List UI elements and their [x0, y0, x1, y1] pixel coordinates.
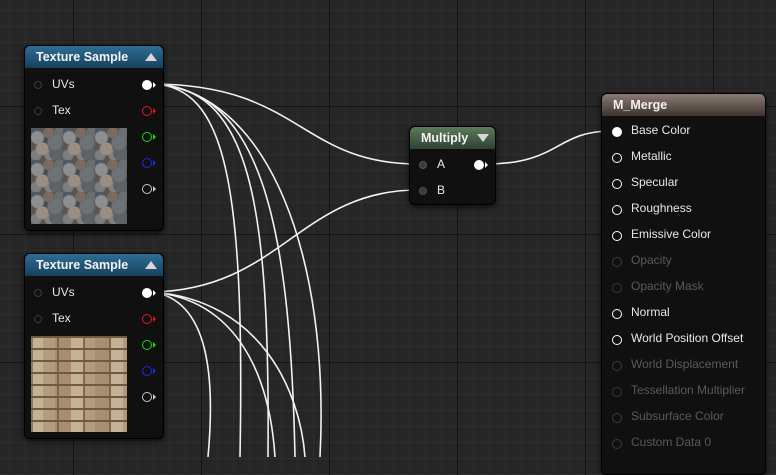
collapse-arrow-icon[interactable] — [145, 261, 157, 269]
g-output-pin[interactable] — [142, 132, 152, 142]
material-input-label: Opacity — [631, 253, 672, 267]
material-input-pin — [612, 283, 622, 293]
b-output-arrow-icon — [153, 160, 156, 166]
material-input-pin[interactable] — [612, 335, 622, 345]
node-header[interactable]: Texture Sample — [25, 254, 163, 276]
material-input-pin — [612, 387, 622, 397]
r-output-arrow-icon — [153, 108, 156, 114]
material-input-label: Tessellation Multiplier — [631, 383, 746, 397]
material-input-label: Emissive Color — [631, 227, 712, 241]
node-title: Multiply — [421, 131, 469, 145]
wire-uvs2-to-multiply-b — [151, 189, 419, 293]
node-title: Texture Sample — [36, 50, 129, 64]
wire-uvs2-down-3 — [151, 291, 306, 457]
wire-uvs1-down-3 — [151, 83, 296, 457]
texture-sample-node-2[interactable]: Texture Sample UVs Tex — [24, 253, 164, 439]
material-input-label: Roughness — [631, 201, 692, 215]
r-output-pin[interactable] — [142, 106, 152, 116]
multiply-node[interactable]: Multiply A B — [409, 126, 496, 205]
uvs-input-pin[interactable] — [34, 81, 42, 89]
node-title: Texture Sample — [36, 258, 129, 272]
rgb-output-pin[interactable] — [142, 288, 152, 298]
material-input-pin[interactable] — [612, 309, 622, 319]
material-input-label: Specular — [631, 175, 679, 189]
node-header[interactable]: Texture Sample — [25, 46, 163, 68]
a-input-pin[interactable] — [419, 161, 427, 169]
b-input-label: B — [437, 183, 446, 197]
material-input-pin — [612, 361, 622, 371]
material-input-label: World Displacement — [631, 357, 739, 371]
rgb-output-pin[interactable] — [142, 80, 152, 90]
a-output-arrow-icon — [153, 186, 156, 192]
wire-uvs1-to-multiply-a — [151, 83, 419, 165]
a-output-pin[interactable] — [142, 392, 152, 402]
uvs-input-label: UVs — [52, 77, 75, 91]
uvs-input-pin[interactable] — [34, 289, 42, 297]
tex-input-label: Tex — [52, 103, 71, 117]
material-input-label: Custom Data 0 — [631, 435, 712, 449]
multiply-output-arrow-icon — [485, 162, 488, 168]
r-output-arrow-icon — [153, 316, 156, 322]
wire-uvs2-down-2 — [151, 291, 276, 457]
texture-sample-node-1[interactable]: Texture Sample UVs Tex — [24, 45, 164, 231]
material-input-label: Opacity Mask — [631, 279, 704, 293]
material-input-label: Metallic — [631, 149, 672, 163]
material-input-label: Normal — [631, 305, 670, 319]
node-title: M_Merge — [613, 98, 668, 112]
rgb-output-arrow-icon — [153, 82, 156, 88]
material-input-pin[interactable] — [612, 205, 622, 215]
stone-wall-texture-thumbnail — [31, 336, 127, 432]
material-input-label: Base Color — [631, 123, 691, 137]
uvs-input-label: UVs — [52, 285, 75, 299]
material-output-node[interactable]: M_Merge Base Color Metallic Specular Roughn… — [601, 93, 766, 475]
b-input-pin[interactable] — [419, 187, 427, 195]
b-output-pin[interactable] — [142, 158, 152, 168]
b-output-arrow-icon — [153, 368, 156, 374]
r-output-pin[interactable] — [142, 314, 152, 324]
node-header[interactable]: Multiply — [410, 127, 495, 149]
expand-arrow-icon[interactable] — [477, 134, 489, 142]
tex-input-label: Tex — [52, 311, 71, 325]
b-output-pin[interactable] — [142, 366, 152, 376]
g-output-arrow-icon — [153, 342, 156, 348]
material-input-label: World Position Offset — [631, 331, 744, 345]
wire-multiply-to-base-color — [485, 130, 613, 165]
collapse-arrow-icon[interactable] — [145, 53, 157, 61]
material-input-pin[interactable] — [612, 179, 622, 189]
material-input-pin — [612, 439, 622, 449]
wire-uvs1-down-4 — [151, 83, 322, 457]
material-input-pin[interactable] — [612, 153, 622, 163]
wire-uvs1-down-2 — [151, 83, 269, 457]
g-output-arrow-icon — [153, 134, 156, 140]
material-input-pin[interactable] — [612, 127, 622, 137]
a-output-pin[interactable] — [142, 184, 152, 194]
tex-input-pin[interactable] — [34, 315, 42, 323]
a-input-label: A — [437, 157, 446, 171]
multiply-output-pin[interactable] — [474, 160, 484, 170]
material-input-label: Subsurface Color — [631, 409, 724, 423]
material-input-pin — [612, 257, 622, 267]
wire-uvs1-down-1 — [151, 83, 242, 457]
node-header[interactable]: M_Merge — [602, 94, 765, 116]
rgb-output-arrow-icon — [153, 290, 156, 296]
pebbles-texture-thumbnail — [31, 128, 127, 224]
material-input-pin — [612, 413, 622, 423]
material-input-pin[interactable] — [612, 231, 622, 241]
a-output-arrow-icon — [153, 394, 156, 400]
g-output-pin[interactable] — [142, 340, 152, 350]
tex-input-pin[interactable] — [34, 107, 42, 115]
